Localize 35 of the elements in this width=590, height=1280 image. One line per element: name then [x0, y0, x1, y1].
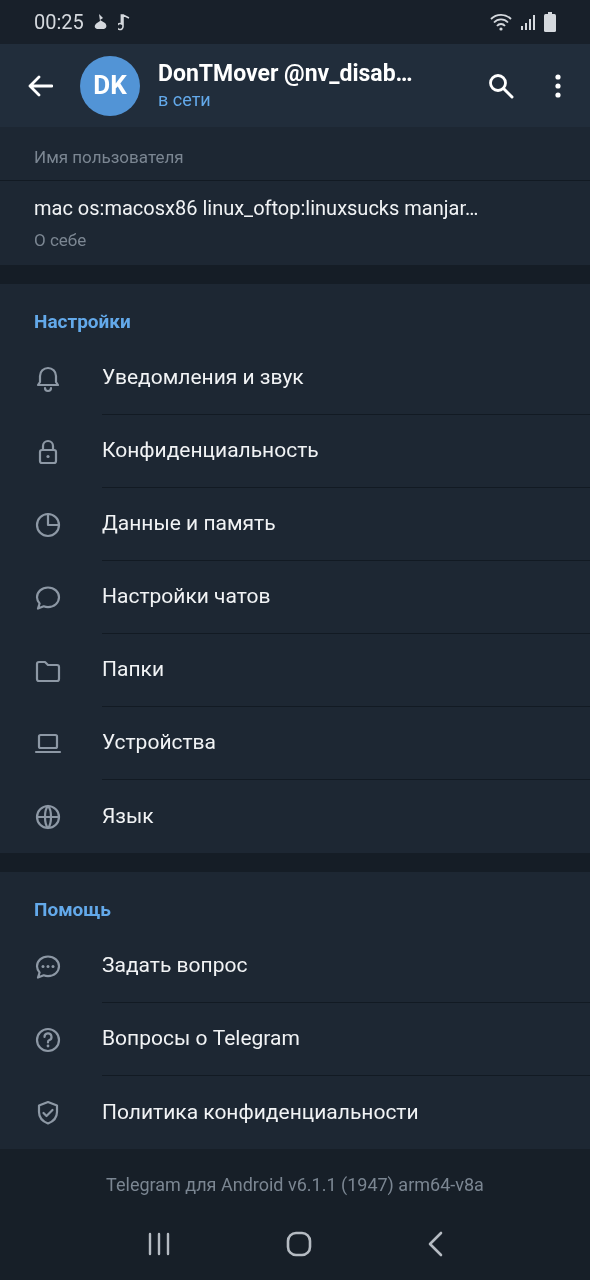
settings-item[interactable]: Устройства [0, 707, 590, 780]
music-note-icon [117, 13, 130, 31]
settings-item[interactable]: Задать вопрос [0, 930, 590, 1003]
profile-field-label: Имя пользователя [34, 146, 185, 168]
settings-item[interactable]: Папки [0, 634, 590, 707]
settings-item[interactable]: Настройки чатов [0, 561, 590, 634]
chat-title: DonTMover @nv_disab… [158, 59, 414, 88]
settings-item[interactable]: Конфиденциальность [0, 415, 590, 488]
settings-item[interactable]: Политика конфиденциальности [0, 1076, 590, 1149]
section-header: Настройки [33, 308, 132, 335]
recent-apps-button[interactable] [147, 1232, 172, 1256]
bell-icon [34, 364, 62, 393]
profile-field-value: mac os:macosx86 linux_oftop:linuxsucks manjar… [34, 195, 480, 221]
section-header: Помощь [33, 896, 112, 923]
back-nav-button[interactable] [426, 1231, 443, 1257]
globe-icon [34, 802, 62, 831]
pie-chart-icon [34, 510, 62, 539]
settings-item[interactable]: Вопросы о Telegram [0, 1003, 590, 1076]
question-icon [34, 1025, 62, 1054]
status-time: 00:25 [34, 9, 84, 36]
profile-field-label: О себе [34, 229, 88, 251]
chat-bubble-icon [34, 583, 62, 612]
wifi-icon [490, 13, 512, 31]
signal-icon [520, 13, 536, 31]
online-status: в сети [158, 87, 212, 112]
home-button[interactable] [286, 1231, 312, 1257]
chat-dots-icon [34, 952, 62, 981]
settings-item[interactable]: Язык [0, 780, 590, 853]
search-icon [488, 72, 514, 99]
more-icon [555, 73, 561, 98]
version-text: Telegram для Android v6.1.1 (1947) arm64-v8a [106, 1173, 484, 1197]
battery-icon [544, 12, 556, 32]
settings-item[interactable]: Данные и память [0, 488, 590, 561]
settings-item[interactable]: Уведомления и звук [0, 342, 590, 415]
back-arrow-icon [27, 74, 53, 97]
